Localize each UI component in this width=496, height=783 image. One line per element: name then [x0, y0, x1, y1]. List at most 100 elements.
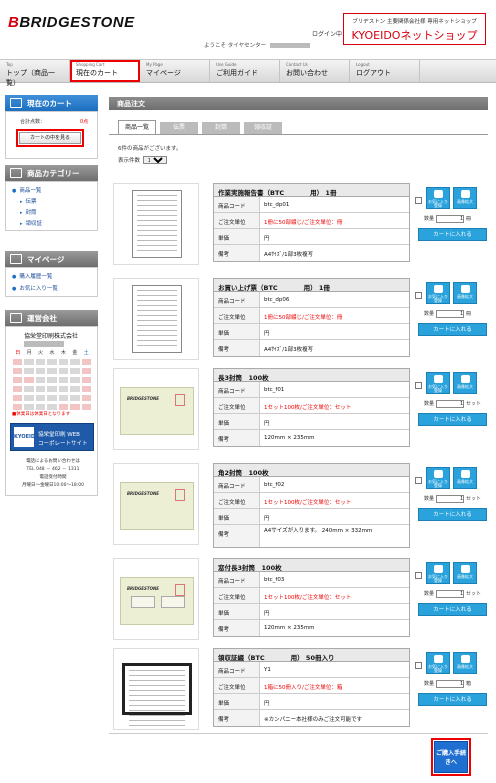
label-code: 商品コード	[214, 572, 260, 587]
unit-price: 円	[264, 516, 270, 522]
add-to-cart-button[interactable]: カートに入れる	[418, 323, 487, 336]
nav-top-label: トップ（商品一覧）	[6, 69, 55, 87]
dow-thu: 木	[60, 350, 66, 356]
product-thumbnail[interactable]: BRIDGESTONE	[113, 368, 199, 450]
per-page-label: 表示件数	[118, 158, 141, 164]
quantity-input[interactable]	[436, 400, 465, 408]
product-checkbox[interactable]	[415, 382, 422, 389]
page-title: 商品注文	[109, 97, 488, 110]
tab-envelope[interactable]: 封筒	[202, 122, 240, 134]
checkout-button[interactable]: ご購入手続きへ	[431, 738, 471, 776]
category-receipt[interactable]: 領収証	[20, 219, 43, 227]
shop-title-box[interactable]: ブリヂストン 主要関係会社様 専用ネットショップ KYOEIDOネットショップ	[343, 13, 486, 45]
product-checkbox[interactable]	[415, 572, 422, 579]
zoom-image-button[interactable]: 画像拡大	[453, 652, 477, 674]
masked-user-name	[270, 43, 311, 48]
calendar-weekdays: 日 月 火 水 木 金 土	[12, 349, 92, 356]
qty-unit: 箱	[466, 681, 472, 687]
zoom-image-button[interactable]: 画像拡大	[453, 467, 477, 489]
product-checkbox[interactable]	[415, 477, 422, 484]
nav-my-page[interactable]: My Page マイページ	[140, 60, 210, 82]
add-to-cart-button[interactable]: カートに入れる	[418, 603, 487, 616]
company-header: 運営会社	[5, 310, 98, 326]
order-unit: 1セット100枚/ご注文単位：セット	[264, 405, 352, 411]
add-favorite-button[interactable]: お気に入り登録	[426, 282, 450, 304]
bridgestone-logo[interactable]: BBRIDGESTONE	[8, 14, 135, 31]
zoom-label: 画像拡大	[457, 574, 473, 579]
nav-use-guide[interactable]: Use Guide ご利用ガイド	[210, 60, 280, 82]
order-unit: 1冊に50部綴じ/ご注文単位：冊	[264, 220, 343, 226]
add-favorite-button[interactable]: お気に入り登録	[426, 562, 450, 584]
user-icon	[10, 254, 22, 264]
nav-logout[interactable]: Logout ログアウト	[350, 60, 420, 82]
add-favorite-button[interactable]: お気に入り登録	[426, 372, 450, 394]
product-checkbox[interactable]	[415, 292, 422, 299]
company-title: 運営会社	[27, 314, 57, 323]
label-code: 商品コード	[214, 292, 260, 307]
calendar-week	[12, 368, 92, 374]
zoom-image-button[interactable]: 画像拡大	[453, 282, 477, 304]
row-unit: ご注文単位 1冊に50部綴じ/ご注文単位：冊	[214, 213, 409, 229]
per-page-select[interactable]: 15件	[143, 156, 168, 164]
product-thumbnail[interactable]: BRIDGESTONE	[113, 558, 199, 640]
nav-shopping-cart[interactable]: Shopping Cart 現在のカート	[70, 60, 140, 82]
row-note: 備考 ※カンパニー本社様のみご注文可能です	[214, 710, 409, 726]
category-all[interactable]: 商品一覧	[12, 186, 41, 194]
add-to-cart-button[interactable]: カートに入れる	[418, 693, 487, 706]
view-cart-button[interactable]: カートの中を見る	[16, 129, 84, 147]
product-checkbox[interactable]	[415, 662, 422, 669]
qty-unit: セット	[466, 496, 482, 502]
zoom-image-button[interactable]: 画像拡大	[453, 562, 477, 584]
zoom-image-button[interactable]: 画像拡大	[453, 372, 477, 394]
tab-receipt[interactable]: 領収証	[244, 122, 282, 134]
unit-price: 円	[264, 611, 270, 617]
quantity-input[interactable]	[436, 495, 465, 503]
dow-wed: 水	[49, 350, 55, 356]
add-favorite-button[interactable]: お気に入り登録	[426, 467, 450, 489]
product-checkbox[interactable]	[415, 197, 422, 204]
row-code: 商品コード btc_dp06	[214, 292, 409, 308]
product-image: BRIDGESTONE	[120, 482, 194, 530]
row-unit: ご注文単位 1セット100枚/ご注文単位：セット	[214, 588, 409, 604]
company-name: 協栄堂印刷株式会社	[24, 333, 79, 340]
corporate-site-banner[interactable]: KYOEIDO 協栄堂印刷 WEB コーポレートサイト	[10, 423, 94, 451]
product-thumbnail[interactable]	[113, 278, 199, 360]
product-thumbnail[interactable]	[113, 183, 199, 265]
add-to-cart-button[interactable]: カートに入れる	[418, 508, 487, 521]
add-favorite-button[interactable]: お気に入り登録	[426, 652, 450, 674]
add-to-cart-button[interactable]: カートに入れる	[418, 413, 487, 426]
zoom-image-button[interactable]: 画像拡大	[453, 187, 477, 209]
label-price: 単価	[214, 604, 260, 619]
quantity-input[interactable]	[436, 590, 465, 598]
favorite-label: お気に入り登録	[428, 574, 448, 583]
product-info: 角2封筒 100枚 商品コード btc_f02 ご注文単位 1セット100枚/ご注文単位…	[213, 463, 410, 548]
tab-all-products[interactable]: 商品一覧	[118, 120, 156, 134]
product-image	[132, 190, 182, 258]
product-note: A4サイズが入ります。 240mm × 332mm	[264, 528, 373, 534]
category-envelope[interactable]: 封筒	[20, 208, 37, 216]
quantity-input[interactable]	[436, 215, 465, 223]
order-unit: 1箱に50冊入り/ご注文単位：箱	[264, 685, 343, 691]
tab-slip[interactable]: 伝票	[160, 122, 198, 134]
product-title: 領収証綴（BTC 用） 50冊入り	[214, 649, 409, 662]
purchase-history-link[interactable]: 購入履歴一覧	[12, 272, 52, 280]
category-slip[interactable]: 伝票	[20, 197, 37, 205]
nav-contact[interactable]: Contact Us お問い合わせ	[280, 60, 350, 82]
favorites-link[interactable]: お気に入り一覧	[12, 284, 58, 292]
quantity-input[interactable]	[436, 680, 465, 688]
zoom-label: 画像拡大	[457, 199, 473, 204]
global-nav: Top トップ（商品一覧） Shopping Cart 現在のカート My Page…	[0, 59, 496, 87]
category-header: 商品カテゴリー	[5, 165, 98, 181]
nav-top[interactable]: Top トップ（商品一覧）	[0, 60, 70, 87]
product-code: btc_f03	[264, 577, 285, 583]
product-thumbnail[interactable]	[113, 648, 199, 730]
add-to-cart-button[interactable]: カートに入れる	[418, 228, 487, 241]
heart-icon	[434, 565, 443, 573]
footer-divider	[109, 733, 488, 734]
quantity-control: 数量 セット	[424, 590, 481, 598]
quantity-input[interactable]	[436, 310, 465, 318]
label-unit: ご注文単位	[214, 493, 260, 508]
add-favorite-button[interactable]: お気に入り登録	[426, 187, 450, 209]
product-info: 領収証綴（BTC 用） 50冊入り 商品コード Y1 ご注文単位 1箱に50冊入り/ご注…	[213, 648, 410, 727]
product-thumbnail[interactable]: BRIDGESTONE	[113, 463, 199, 545]
